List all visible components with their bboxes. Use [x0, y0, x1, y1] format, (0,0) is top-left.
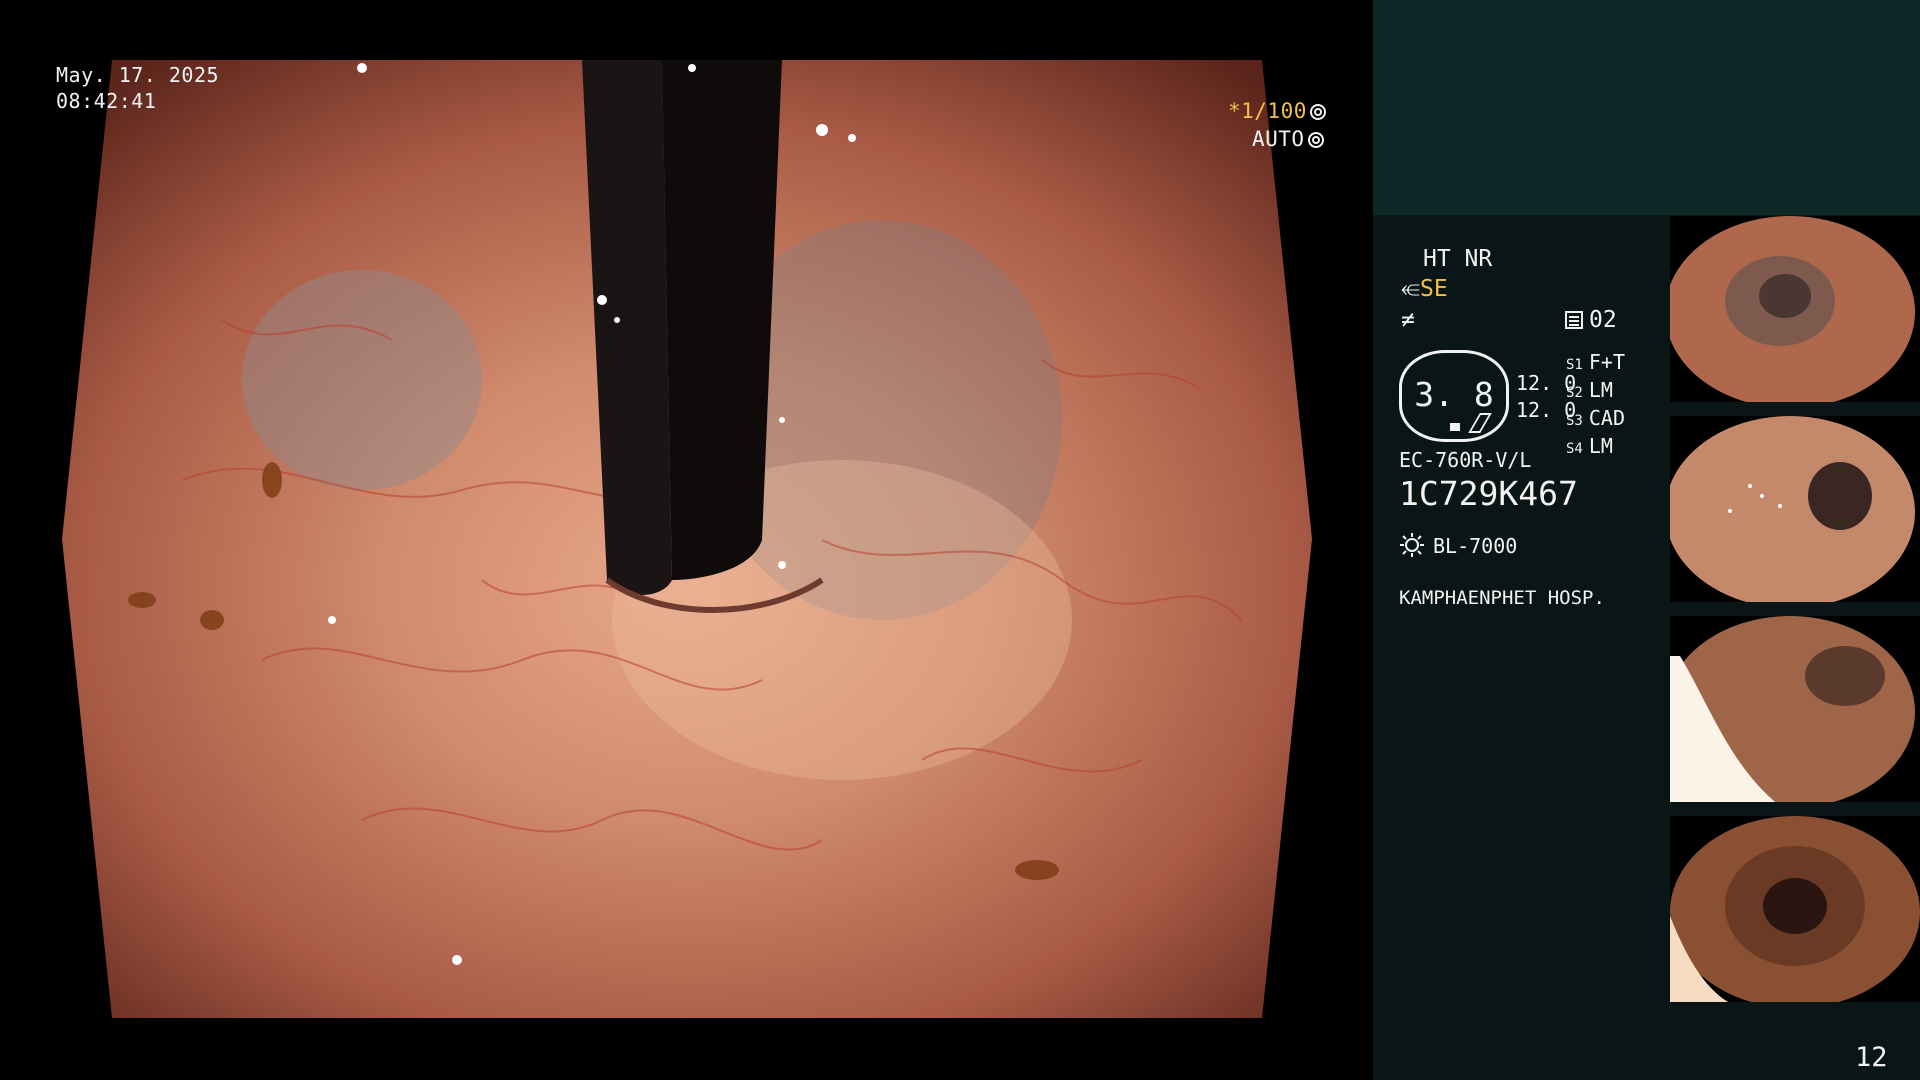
thumbnail-image[interactable]: [1670, 616, 1920, 808]
thumbnail-image[interactable]: [1670, 816, 1920, 1008]
time-label: 08:42:41: [56, 89, 157, 113]
colon-mucosa-view: [62, 60, 1312, 1018]
enhance-label: SE: [1419, 276, 1448, 302]
enhance-row: ⥺SE: [1401, 275, 1448, 303]
station-item: S1 F+T: [1566, 350, 1625, 374]
station-list: S1 F+T S2 LM S3 CAD S4 LM: [1566, 350, 1625, 462]
endoscopy-image: [62, 60, 1312, 1018]
zoom-marker: [1450, 423, 1460, 431]
structure-enhance-icon: ⥺: [1401, 276, 1420, 302]
color-mode-icon: ≠: [1401, 307, 1415, 333]
light-source-label: BL-7000: [1433, 534, 1518, 558]
aperture-icon: [1309, 104, 1326, 120]
shutter-indicator: *1/100: [1228, 98, 1326, 124]
zoom-indicator: 3. 8: [1399, 350, 1509, 442]
station-item: S3 CAD: [1566, 406, 1625, 430]
mode-label: AUTO: [1252, 127, 1305, 151]
thumbnail-image[interactable]: [1670, 216, 1920, 408]
zoom-slash: [1468, 413, 1492, 433]
hospital-name: KAMPHAENPHET HOSP.: [1399, 587, 1605, 609]
scope-model: EC-760R-V/L: [1399, 448, 1532, 472]
zoom-value: 3. 8: [1414, 375, 1494, 414]
info-panel-header: [1373, 0, 1920, 215]
sun-icon: [1400, 533, 1424, 557]
frame-count: 12: [1855, 1042, 1888, 1073]
target-icon: [1307, 132, 1324, 148]
slot-number: 02: [1589, 307, 1617, 333]
serial-number: 1C729K467: [1399, 474, 1578, 513]
station-item: S2 LM: [1566, 378, 1613, 402]
date-label: May. 17. 2025: [56, 63, 220, 87]
station-item: S4 LM: [1566, 434, 1613, 458]
light-source: BL-7000: [1399, 532, 1517, 560]
memory-slot: 02: [1565, 306, 1617, 334]
exposure-mode: AUTO: [1252, 126, 1324, 152]
endoscopy-screen: May. 17. 2025 08:42:41 *1/100 AUTO HT NR…: [0, 0, 1920, 1080]
shutter-label: *1/100: [1228, 99, 1307, 123]
ht-nr-label: HT NR: [1423, 246, 1493, 272]
datetime-stamp: May. 17. 2025 08:42:41: [56, 62, 219, 114]
memory-slot-icon: [1565, 311, 1583, 329]
thumbnail-image[interactable]: [1670, 416, 1920, 608]
